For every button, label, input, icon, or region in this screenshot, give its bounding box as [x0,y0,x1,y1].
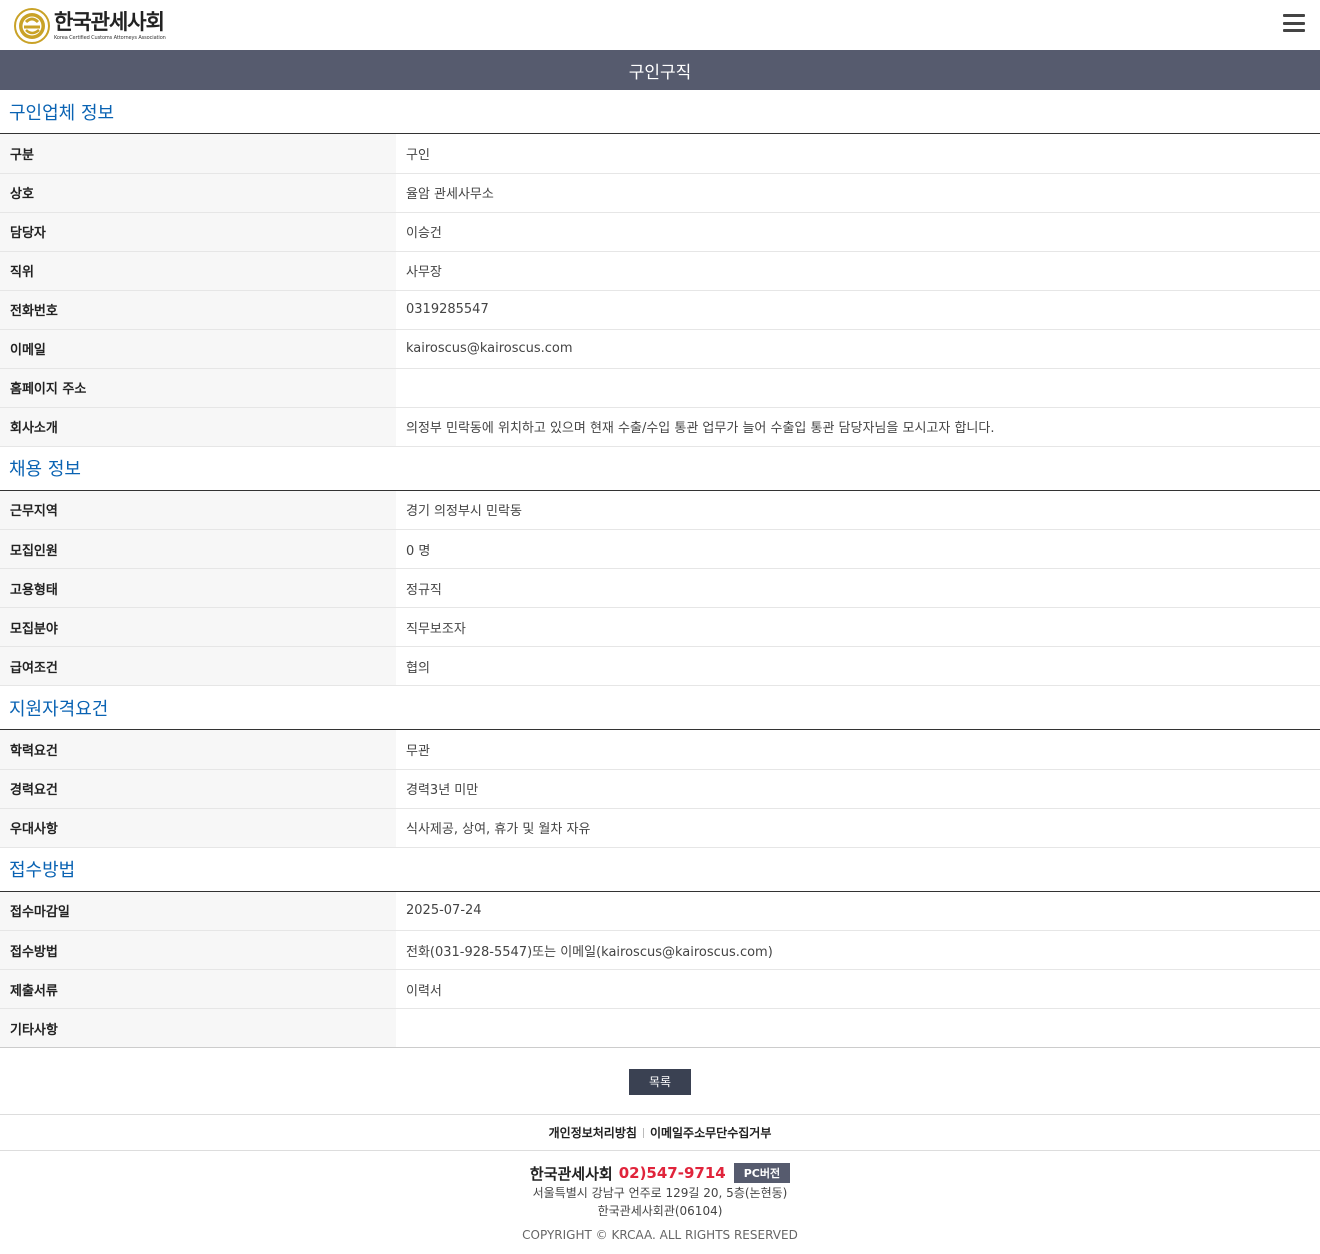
footer-links: 개인정보처리방침 이메일주소무단수집거부 [0,1114,1320,1151]
footer: 한국관세사회 02)547-9714 PC버전 서울특별시 강남구 언주로 12… [0,1151,1320,1242]
row-label: 제출서류 [0,969,396,1009]
row-label: 접수마감일 [0,891,396,931]
row-label: 경력요건 [0,769,396,809]
row-value: 협의 [396,646,1320,686]
table-row: 급여조건 협의 [0,646,1320,686]
row-value: 구인 [396,134,1320,174]
footer-phone: 02)547-9714 [618,1164,726,1182]
row-value: 이승건 [396,212,1320,252]
email-refusal-link[interactable]: 이메일주소무단수집거부 [650,1124,771,1141]
table-row: 이메일 kairoscus@kairoscus.com [0,329,1320,369]
row-label: 상호 [0,173,396,213]
top-header: 한국관세사회 Korea Certified Customs Attorneys… [0,0,1320,50]
table-row: 홈페이지 주소 [0,368,1320,408]
table-row: 기타사항 [0,1008,1320,1048]
section-title: 지원자격요건 [0,686,1320,730]
row-value: 무관 [396,730,1320,770]
row-label: 근무지역 [0,490,396,530]
row-value: 전화(031-928-5547)또는 이메일(kairoscus@kairosc… [396,930,1320,970]
table-row: 전화번호 0319285547 [0,290,1320,330]
table-row: 담당자 이승건 [0,212,1320,252]
row-value: 이력서 [396,969,1320,1009]
info-table: 학력요건 무관 경력요건 경력3년 미만 우대사항 식사제공, 상여, 휴가 및 월차 자… [0,730,1320,848]
row-value: 식사제공, 상여, 휴가 및 월차 자유 [396,808,1320,848]
pc-version-button[interactable]: PC버전 [733,1163,791,1183]
page-title: 구인구직 [0,50,1320,90]
row-value: 2025-07-24 [396,891,1320,931]
table-row: 모집인원 0 명 [0,529,1320,569]
section-title: 채용 정보 [0,447,1320,491]
row-label: 모집분야 [0,607,396,647]
section-title: 접수방법 [0,848,1320,892]
row-value [396,368,1320,408]
table-row: 경력요건 경력3년 미만 [0,769,1320,809]
row-value: 0 명 [396,529,1320,569]
row-label: 고용형태 [0,568,396,608]
row-label: 모집인원 [0,529,396,569]
row-value: 율암 관세사무소 [396,173,1320,213]
footer-address-line2: 한국관세사회관(06104) [597,1204,723,1218]
table-row: 상호 율암 관세사무소 [0,173,1320,213]
row-label: 접수방법 [0,930,396,970]
link-divider [642,1127,644,1138]
row-label: 전화번호 [0,290,396,330]
logo-emblem-icon [14,8,50,44]
table-row: 근무지역 경기 의정부시 민락동 [0,490,1320,530]
table-row: 고용형태 정규직 [0,568,1320,608]
row-value: 경기 의정부시 민락동 [396,490,1320,530]
info-table: 근무지역 경기 의정부시 민락동 모집인원 0 명 고용형태 정규직 모집분야 직무보조자 급여… [0,490,1320,686]
row-label: 급여조건 [0,646,396,686]
row-value: 의정부 민락동에 위치하고 있으며 현재 수출/수입 통관 업무가 늘어 수출입… [396,407,1320,447]
button-area: 목록 [0,1047,1320,1114]
row-label: 기타사항 [0,1008,396,1048]
list-button[interactable]: 목록 [629,1068,691,1095]
row-label: 구분 [0,134,396,174]
footer-org-name: 한국관세사회 [529,1164,613,1183]
row-value: 사무장 [396,251,1320,291]
info-table: 구분 구인 상호 율암 관세사무소 담당자 이승건 직위 사무장 전화번호 0319285547 이… [0,134,1320,447]
row-value: kairoscus@kairoscus.com [396,329,1320,369]
row-label: 담당자 [0,212,396,252]
row-value: 경력3년 미만 [396,769,1320,809]
table-row: 모집분야 직무보조자 [0,607,1320,647]
table-row: 회사소개 의정부 민락동에 위치하고 있으며 현재 수출/수입 통관 업무가 늘어… [0,407,1320,447]
row-label: 직위 [0,251,396,291]
row-label: 이메일 [0,329,396,369]
row-value: 직무보조자 [396,607,1320,647]
info-table: 접수마감일 2025-07-24 접수방법 전화(031-928-5547)또는 이메… [0,891,1320,1048]
table-row: 접수마감일 2025-07-24 [0,891,1320,931]
row-label: 홈페이지 주소 [0,368,396,408]
table-row: 제출서류 이력서 [0,969,1320,1009]
table-row: 학력요건 무관 [0,730,1320,770]
table-row: 우대사항 식사제공, 상여, 휴가 및 월차 자유 [0,808,1320,848]
section-title: 구인업체 정보 [0,90,1320,134]
job-detail-sections: 구인업체 정보 구분 구인 상호 율암 관세사무소 담당자 이승건 직위 사무장 전화번호 0319… [0,90,1320,1048]
hamburger-menu-icon[interactable] [1283,14,1305,32]
privacy-policy-link[interactable]: 개인정보처리방침 [549,1124,637,1141]
logo-title: 한국관세사회 [54,9,165,34]
table-row: 구분 구인 [0,134,1320,174]
row-value [396,1008,1320,1048]
row-value: 0319285547 [396,290,1320,330]
row-label: 학력요건 [0,730,396,770]
footer-address-line1: 서울특별시 강남구 언주로 129길 20, 5층(논현동) [532,1186,788,1200]
table-row: 직위 사무장 [0,251,1320,291]
logo-subtitle: Korea Certified Customs Attorneys Associ… [54,34,166,41]
footer-copyright: COPYRIGHT © KRCAA. ALL RIGHTS RESERVED [522,1228,798,1242]
row-label: 우대사항 [0,808,396,848]
site-logo[interactable]: 한국관세사회 Korea Certified Customs Attorneys… [14,8,166,44]
table-row: 접수방법 전화(031-928-5547)또는 이메일(kairoscus@kai… [0,930,1320,970]
row-value: 정규직 [396,568,1320,608]
row-label: 회사소개 [0,407,396,447]
